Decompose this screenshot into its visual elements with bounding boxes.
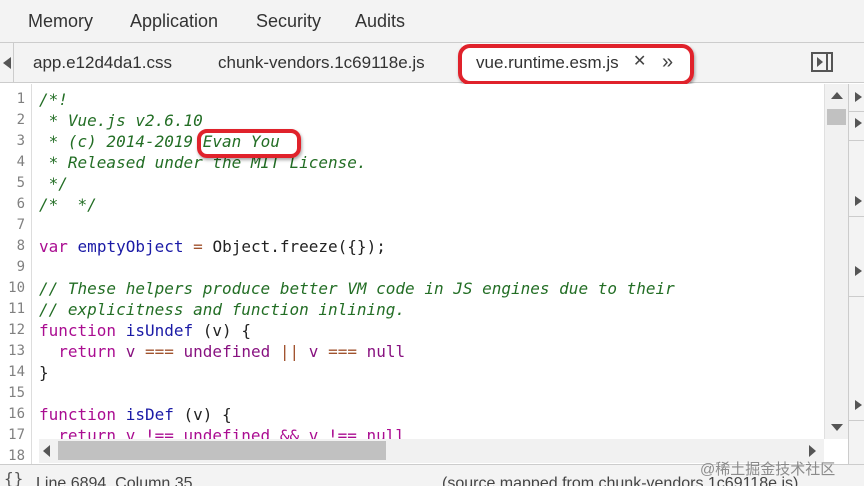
code-line: */ xyxy=(39,174,68,193)
code-text: (v) { xyxy=(202,321,251,340)
code-variable: v xyxy=(308,342,319,361)
code-line: function isDef (v) { xyxy=(39,404,232,425)
code-line: /*! xyxy=(39,90,68,109)
author-name: Evan You xyxy=(202,132,280,151)
code-identifier: isDef xyxy=(125,405,174,424)
scroll-left-icon[interactable] xyxy=(43,445,50,457)
vertical-scrollbar[interactable] xyxy=(824,84,848,439)
scroll-tabs-left-icon[interactable] xyxy=(0,43,14,83)
code-text: * (c) 2014-2019 xyxy=(39,132,203,151)
code-identifier: emptyObject xyxy=(77,237,184,256)
code-keyword: var xyxy=(39,237,68,256)
panel-tabbar: Memory Application Security Audits xyxy=(0,0,864,43)
line-number: 17 xyxy=(8,427,25,443)
line-number: 18 xyxy=(8,448,25,464)
toggle-sidebar-icon[interactable] xyxy=(811,52,833,72)
line-number: 11 xyxy=(8,301,25,317)
code-operator: || xyxy=(279,342,300,361)
close-tab-icon[interactable]: ✕ xyxy=(633,43,646,83)
code-line: } xyxy=(39,363,49,382)
line-number: 8 xyxy=(16,238,25,254)
code-line: function isUndef (v) { xyxy=(39,320,251,341)
expand-section-icon[interactable] xyxy=(855,196,862,206)
expand-section-icon[interactable] xyxy=(855,92,862,102)
line-number: 15 xyxy=(8,385,25,401)
code-line: * Vue.js v2.6.10 xyxy=(39,111,203,130)
divider xyxy=(849,216,864,217)
tab-memory[interactable]: Memory xyxy=(28,0,93,43)
code-identifier: isUndef xyxy=(125,321,194,340)
line-number: 1 xyxy=(16,91,25,107)
line-number: 16 xyxy=(8,406,25,422)
code-line: return v === undefined || v === null xyxy=(39,341,405,362)
pretty-print-icon[interactable]: {} xyxy=(4,471,23,486)
divider xyxy=(849,140,864,141)
expand-section-icon[interactable] xyxy=(855,266,862,276)
code-atom: undefined xyxy=(183,342,271,361)
line-number: 4 xyxy=(16,154,25,170)
scroll-up-icon[interactable] xyxy=(831,92,843,99)
code-line: // explicitness and function inlining. xyxy=(39,300,406,319)
file-tabbar: app.e12d4da1.css chunk-vendors.1c69118e.… xyxy=(0,43,864,83)
line-number: 2 xyxy=(16,112,25,128)
file-tab-chunk-vendors[interactable]: chunk-vendors.1c69118e.js xyxy=(218,43,425,83)
code-text: Object.freeze({}); xyxy=(212,237,386,256)
code-editor[interactable]: 1 2 3 4 5 6 7 8 9 10 11 12 13 14 15 16 1… xyxy=(0,84,848,464)
code-line: /* */ xyxy=(39,195,97,214)
code-line: * Released under the MIT License. xyxy=(39,153,367,172)
line-number: 5 xyxy=(16,175,25,191)
expand-section-icon[interactable] xyxy=(855,118,862,128)
divider xyxy=(849,111,864,112)
file-tab-app-css[interactable]: app.e12d4da1.css xyxy=(33,43,172,83)
line-number: 13 xyxy=(8,343,25,359)
line-number-gutter: 1 2 3 4 5 6 7 8 9 10 11 12 13 14 15 16 1… xyxy=(0,84,32,464)
code-line: var emptyObject = Object.freeze({}); xyxy=(39,236,386,257)
horizontal-scroll-thumb[interactable] xyxy=(58,441,386,460)
code-keyword: return xyxy=(58,342,117,361)
line-number: 12 xyxy=(8,322,25,338)
line-number: 6 xyxy=(16,196,25,212)
divider xyxy=(849,296,864,297)
tab-security[interactable]: Security xyxy=(256,0,321,43)
code-keyword: function xyxy=(39,321,117,340)
vertical-scroll-thumb[interactable] xyxy=(827,109,846,125)
code-atom: null xyxy=(366,342,406,361)
line-number: 7 xyxy=(16,217,25,233)
expand-section-icon[interactable] xyxy=(855,400,862,410)
code-operator: === xyxy=(144,342,174,361)
line-number: 9 xyxy=(16,259,25,275)
line-number: 3 xyxy=(16,133,25,149)
scroll-down-icon[interactable] xyxy=(831,424,843,431)
code-line: * (c) 2014-2019 Evan You xyxy=(39,131,280,152)
code-line: // These helpers produce better VM code … xyxy=(39,279,675,298)
file-tab-vue-runtime[interactable]: vue.runtime.esm.js xyxy=(462,43,690,83)
line-number: 10 xyxy=(8,280,25,296)
code-variable: v xyxy=(125,342,136,361)
debugger-sidebar-strip xyxy=(848,84,864,464)
watermark: @稀土掘金技术社区 xyxy=(700,461,836,478)
code-text: (v) { xyxy=(183,405,232,424)
more-tabs-icon[interactable]: » xyxy=(662,43,673,83)
tab-application[interactable]: Application xyxy=(130,0,218,43)
tab-audits[interactable]: Audits xyxy=(355,0,405,43)
scroll-right-icon[interactable] xyxy=(809,445,816,457)
code-operator: = xyxy=(193,237,203,256)
cursor-position: Line 6894, Column 35 xyxy=(36,475,193,486)
code-operator: === xyxy=(328,342,357,361)
divider xyxy=(849,420,864,421)
code-keyword: function xyxy=(39,405,117,424)
line-number: 14 xyxy=(8,364,25,380)
